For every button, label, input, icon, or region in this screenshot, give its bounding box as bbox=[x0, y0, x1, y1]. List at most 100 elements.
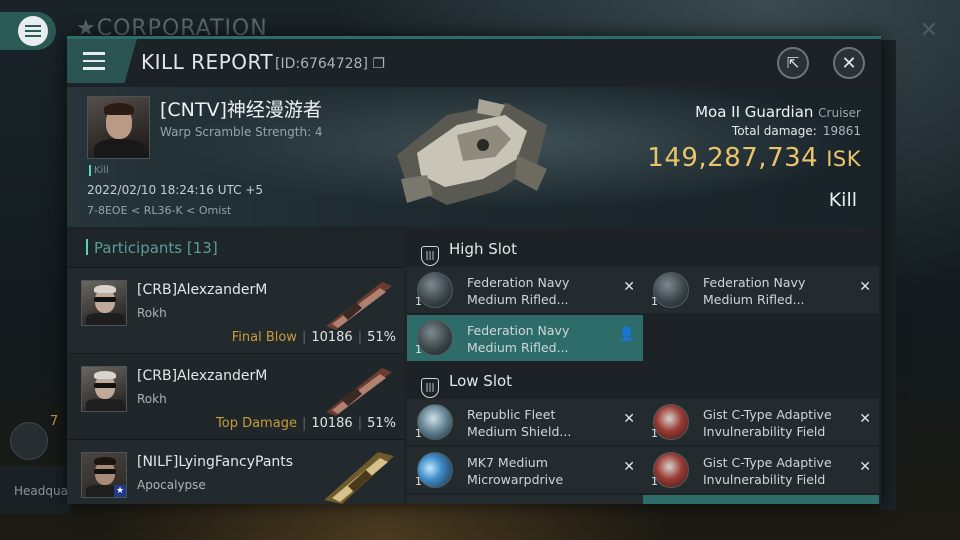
item-name: Gist C-Type Adaptive Invulnerability Fie… bbox=[703, 407, 832, 439]
participant-ship-image bbox=[326, 282, 392, 330]
shield-module-icon bbox=[417, 404, 453, 440]
window-title: KILL REPORT bbox=[141, 50, 274, 74]
share-button[interactable]: ⇱ bbox=[777, 47, 809, 79]
participants-header[interactable]: Participants [13] bbox=[67, 231, 404, 267]
microwarpdrive-icon bbox=[417, 452, 453, 488]
kill-report-window: KILL REPORT [ID:6764728] ❐ ⇱ ✕ [CNTV]神经漫… bbox=[67, 36, 881, 504]
participant-ship-image bbox=[326, 368, 392, 416]
total-damage-value: 19861 bbox=[822, 124, 861, 138]
item-name: MK7 Medium Microwarpdrive bbox=[467, 455, 564, 487]
report-id-text: [ID:6764728] bbox=[275, 56, 368, 72]
fitting-item[interactable]: 1 Federation Navy Medium Rifled... ✕ bbox=[643, 267, 879, 313]
victim-panel: [CNTV]神经漫游者 Warp Scramble Strength: 4 Ki… bbox=[67, 87, 881, 227]
turret-icon bbox=[417, 320, 453, 356]
participant-stats: Top Damage | 10186 | 51% bbox=[216, 416, 396, 431]
item-quantity: 1 bbox=[651, 295, 658, 308]
participant-percent: 51% bbox=[367, 416, 396, 431]
background-close-icon[interactable]: ✕ bbox=[920, 18, 938, 43]
fitting-item[interactable]: 1 MK7 Medium Microwarpdrive ✕ bbox=[407, 447, 643, 493]
background-row-label: Headqua bbox=[0, 466, 70, 514]
background-menu-icon[interactable] bbox=[10, 422, 48, 460]
item-name: Federation Navy Medium Rifled... bbox=[467, 275, 570, 307]
destroyed-icon: ✕ bbox=[623, 459, 635, 475]
destroyed-icon: ✕ bbox=[859, 459, 871, 475]
kill-location[interactable]: 7-8EOE < RL36-K < Omist bbox=[87, 204, 231, 217]
fitting-item[interactable]: 1 Republic Fleet Medium Shield... ✕ bbox=[407, 399, 643, 445]
victim-name[interactable]: [CNTV]神经漫游者 bbox=[160, 95, 322, 122]
fitting-panel: ||| High Slot 1 Federation Navy Medium Ri… bbox=[407, 231, 881, 504]
participants-panel: Participants [13] [CRB]AlexzanderM Rokh … bbox=[67, 231, 404, 504]
destroyed-icon: ✕ bbox=[623, 279, 635, 295]
external-link-icon: ⇱ bbox=[786, 54, 800, 72]
total-damage: Total damage: 19861 bbox=[732, 124, 861, 138]
item-quantity: 1 bbox=[651, 475, 658, 488]
close-button[interactable]: ✕ bbox=[833, 47, 865, 79]
participant-ship: Apocalypse bbox=[137, 478, 206, 492]
alliance-badge-icon: ★ bbox=[114, 485, 126, 497]
victim-subtitle: Warp Scramble Strength: 4 bbox=[160, 125, 323, 139]
report-id[interactable]: [ID:6764728] ❐ bbox=[275, 56, 385, 72]
low-slot-header: ||| Low Slot bbox=[407, 363, 881, 399]
fitting-item[interactable]: 1 Gist C-Type Adaptive Invulnerability F… bbox=[643, 447, 879, 493]
participant-portrait[interactable]: ★ bbox=[81, 452, 127, 498]
participants-label: Participants bbox=[94, 239, 183, 257]
participant-damage: 10186 bbox=[311, 416, 353, 431]
victim-portrait[interactable] bbox=[87, 96, 150, 159]
item-name: Gist C-Type Adaptive Invulnerability Fie… bbox=[703, 455, 832, 487]
menu-button[interactable] bbox=[67, 39, 137, 83]
total-damage-label: Total damage: bbox=[731, 124, 817, 138]
copy-icon[interactable]: ❐ bbox=[372, 56, 385, 72]
hamburger-icon bbox=[83, 52, 105, 70]
item-name: Federation Navy Medium Rifled... bbox=[703, 275, 806, 307]
hamburger-icon bbox=[18, 16, 48, 46]
background-strip bbox=[880, 40, 896, 510]
victim-ship-image[interactable] bbox=[387, 95, 557, 213]
main-menu-button[interactable] bbox=[0, 12, 56, 50]
isk-amount: 149,287,734 bbox=[647, 143, 819, 173]
participant-row[interactable]: [CRB]AlexzanderM Rokh Top Damage | 10186 | 5… bbox=[67, 353, 404, 439]
fitting-item-partial[interactable] bbox=[643, 495, 879, 504]
destroyed-icon: ✕ bbox=[623, 411, 635, 427]
victim-ship-name[interactable]: Moa II Guardian Cruiser bbox=[695, 103, 861, 121]
high-slot-header: ||| High Slot bbox=[407, 231, 881, 267]
participant-portrait[interactable] bbox=[81, 366, 127, 412]
destroyed-icon: ✕ bbox=[859, 411, 871, 427]
fitting-item-selected[interactable]: 1 Federation Navy Medium Rifled... 👤 bbox=[407, 315, 643, 361]
participant-ship-image bbox=[324, 452, 394, 504]
invulnerability-field-icon bbox=[653, 452, 689, 488]
destroyed-icon: ✕ bbox=[859, 279, 871, 295]
ship-name-text: Moa II Guardian bbox=[695, 103, 814, 121]
item-name: Republic Fleet Medium Shield... bbox=[467, 407, 572, 439]
participants-count: [13] bbox=[186, 239, 218, 257]
fitting-item[interactable]: 1 Gist C-Type Adaptive Invulnerability F… bbox=[643, 399, 879, 445]
high-slot-label: High Slot bbox=[449, 240, 517, 258]
isk-value: 149,287,734 ISK bbox=[647, 143, 861, 173]
item-quantity: 1 bbox=[415, 475, 422, 488]
kill-tag: Kill bbox=[89, 165, 109, 176]
result-label: Kill bbox=[828, 189, 857, 211]
participant-ship: Rokh bbox=[137, 306, 167, 320]
participant-name: [NILF]LyingFancyPants bbox=[137, 454, 294, 470]
item-quantity: 1 bbox=[415, 343, 422, 356]
background-count: 7 bbox=[50, 414, 59, 429]
item-name: Federation Navy Medium Rifled... bbox=[467, 323, 570, 355]
high-slot-icon: ||| bbox=[421, 246, 439, 266]
ship-class: Cruiser bbox=[818, 106, 861, 120]
invulnerability-field-icon bbox=[653, 404, 689, 440]
close-icon: ✕ bbox=[841, 52, 857, 74]
participant-tag: Top Damage bbox=[216, 416, 297, 431]
participant-row[interactable]: [CRB]AlexzanderM Rokh Final Blow | 10186 | 5… bbox=[67, 267, 404, 353]
fitting-item[interactable]: 1 Federation Navy Medium Rifled... ✕ bbox=[407, 267, 643, 313]
low-slot-icon: ||| bbox=[421, 378, 439, 398]
participant-ship: Rokh bbox=[137, 392, 167, 406]
participant-percent: 51% bbox=[367, 330, 396, 345]
participant-damage: 10186 bbox=[311, 330, 353, 345]
item-quantity: 1 bbox=[651, 427, 658, 440]
fitting-item-partial[interactable] bbox=[407, 495, 643, 504]
participant-portrait[interactable] bbox=[81, 280, 127, 326]
turret-icon bbox=[653, 272, 689, 308]
kill-time: 2022/02/10 18:24:16 UTC +5 bbox=[87, 183, 263, 197]
isk-unit: ISK bbox=[826, 147, 861, 171]
window-header: KILL REPORT [ID:6764728] ❐ ⇱ ✕ bbox=[67, 39, 881, 87]
participant-row[interactable]: ★ [NILF]LyingFancyPants Apocalypse bbox=[67, 439, 404, 504]
